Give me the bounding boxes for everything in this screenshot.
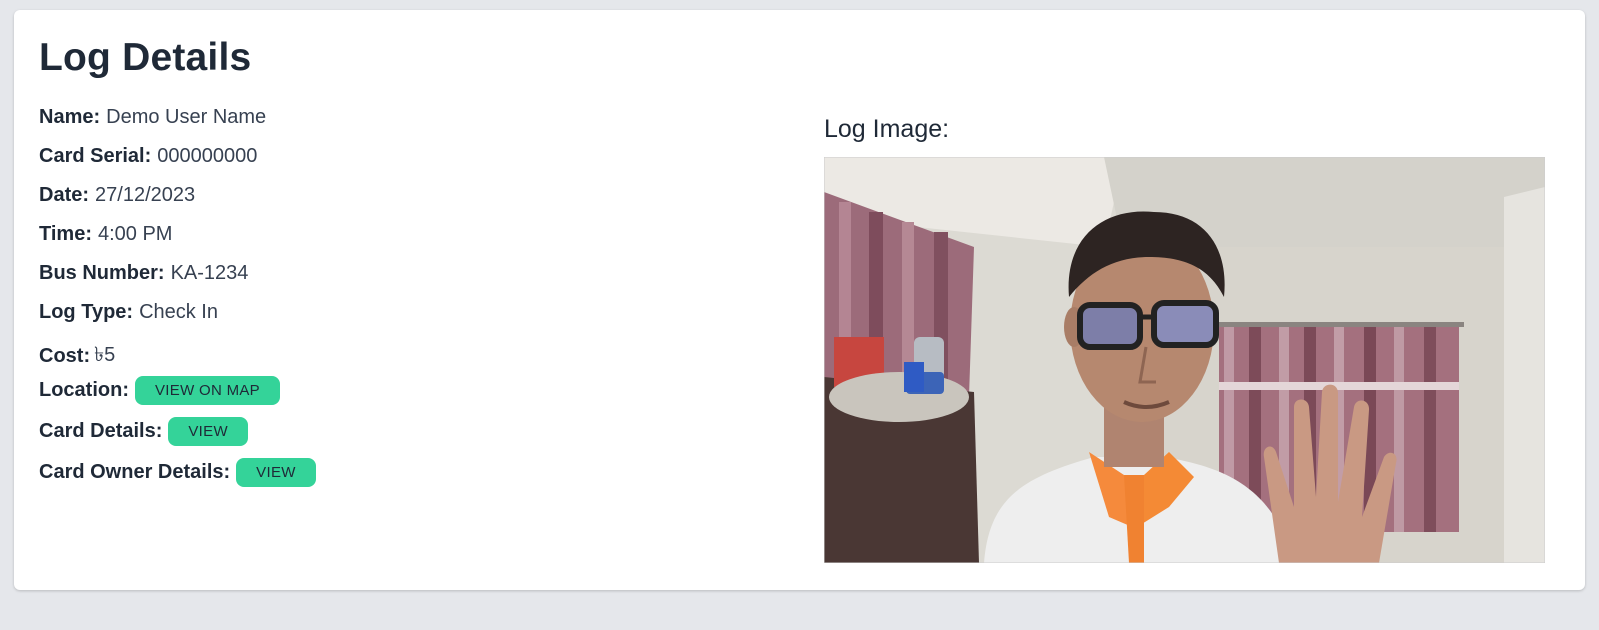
name-value: Demo User Name	[106, 106, 267, 128]
log-image-title: Log Image:	[824, 115, 950, 143]
field-time: Time: 4:00 PM	[39, 223, 172, 246]
log-photo	[824, 157, 1545, 563]
bus-number-label: Bus Number:	[39, 262, 165, 284]
field-location: Location: VIEW ON MAP	[39, 376, 280, 405]
field-name: Name: Demo User Name	[39, 106, 266, 129]
cost-label: Cost:	[39, 345, 91, 367]
view-on-map-button[interactable]: VIEW ON MAP	[135, 376, 280, 405]
card-owner-details-label: Card Owner Details:	[39, 461, 231, 483]
field-log-type: Log Type: Check In	[39, 301, 218, 324]
field-date: Date: 27/12/2023	[39, 184, 195, 207]
time-label: Time:	[39, 223, 92, 245]
log-type-label: Log Type:	[39, 301, 134, 323]
bus-number-value: KA-1234	[170, 262, 249, 284]
time-value: 4:00 PM	[97, 223, 173, 245]
field-card-owner-details: Card Owner Details: VIEW	[39, 458, 316, 487]
field-bus-number: Bus Number: KA-1234	[39, 262, 248, 285]
cost-value: ৳5	[94, 344, 116, 366]
view-card-details-button[interactable]: VIEW	[168, 417, 248, 446]
date-value: 27/12/2023	[95, 184, 196, 206]
field-card-details: Card Details: VIEW	[39, 417, 248, 446]
log-type-value: Check In	[139, 301, 218, 323]
card-details-label: Card Details:	[39, 420, 163, 442]
page-title: Log Details	[39, 36, 252, 79]
date-label: Date:	[39, 184, 90, 206]
log-details-card: Log Details Name: Demo User Name Card Se…	[14, 10, 1585, 590]
card-serial-label: Card Serial:	[39, 145, 152, 167]
field-cost: Cost: ৳5	[39, 340, 115, 373]
field-card-serial: Card Serial: 000000000	[39, 145, 257, 168]
name-label: Name:	[39, 106, 101, 128]
location-label: Location:	[39, 379, 129, 401]
card-serial-value: 000000000	[157, 145, 258, 167]
view-card-owner-button[interactable]: VIEW	[236, 458, 316, 487]
